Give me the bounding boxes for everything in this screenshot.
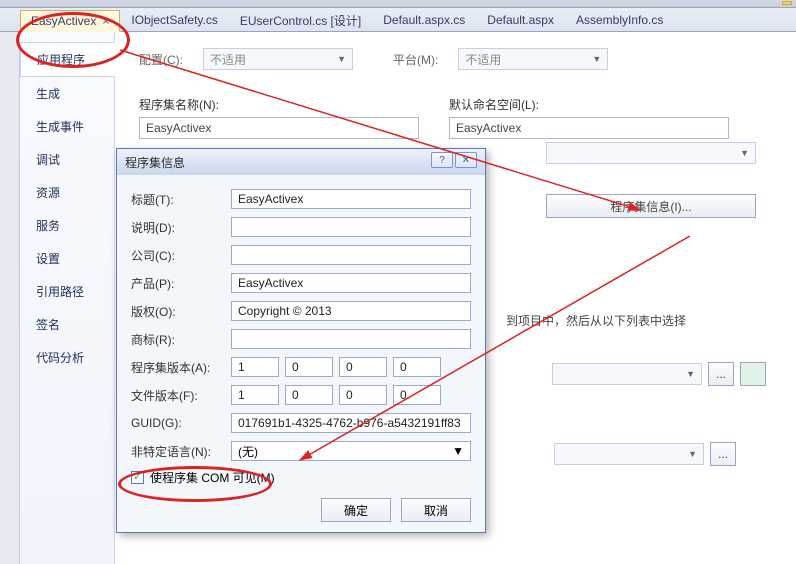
chevron-down-icon: ▼ [337, 54, 346, 64]
assembly-info-dialog: 程序集信息 ? ✕ 标题(T):EasyActivex 说明(D): 公司(C)… [116, 148, 486, 533]
chevron-down-icon: ▼ [452, 444, 464, 458]
tab-eusercontrol[interactable]: EUserControl.cs [设计] [229, 9, 372, 31]
config-dropdown[interactable]: 不适用 ▼ [203, 48, 353, 70]
file-version-label: 文件版本(F): [131, 387, 231, 404]
asmver-major[interactable]: 1 [231, 357, 279, 377]
default-namespace-input[interactable]: EasyActivex [449, 117, 729, 139]
platform-value: 不适用 [465, 51, 501, 68]
com-visible-label: 使程序集 COM 可见(M) [150, 469, 275, 486]
sidenav-item-services[interactable]: 服务 [20, 209, 114, 242]
platform-dropdown[interactable]: 不适用 ▼ [458, 48, 608, 70]
assembly-name-value: EasyActivex [146, 121, 211, 135]
assembly-name-input[interactable]: EasyActivex [139, 117, 419, 139]
close-icon[interactable]: ✕ [455, 152, 477, 168]
filever-build[interactable]: 0 [339, 385, 387, 405]
guid-label: GUID(G): [131, 416, 231, 430]
asmver-rev[interactable]: 0 [393, 357, 441, 377]
trademark-input[interactable] [231, 329, 471, 349]
chevron-down-icon: ▼ [686, 369, 695, 379]
config-label: 配置(C): [139, 51, 183, 68]
company-input[interactable] [231, 245, 471, 265]
guid-input[interactable]: 017691b1-4325-4762-b976-a5432191ff83 [231, 413, 471, 433]
tab-label: AssemblyInfo.cs [576, 13, 663, 27]
default-namespace-label: 默认命名空间(L): [449, 96, 729, 113]
sidenav-item-application[interactable]: 应用程序 [20, 42, 115, 77]
tab-label: IObjectSafety.cs [131, 13, 217, 27]
filever-major[interactable]: 1 [231, 385, 279, 405]
neutral-lang-dropdown[interactable]: (无)▼ [231, 441, 471, 461]
asmver-minor[interactable]: 0 [285, 357, 333, 377]
chevron-down-icon: ▼ [688, 449, 697, 459]
assembly-version-label: 程序集版本(A): [131, 359, 231, 376]
sidenav-item-signing[interactable]: 签名 [20, 308, 114, 341]
left-gutter [0, 32, 20, 564]
chevron-down-icon: ▼ [592, 54, 601, 64]
assembly-info-button[interactable]: 程序集信息(I)... [546, 194, 756, 218]
icon-dropdown[interactable]: ▼ [552, 363, 702, 385]
tab-label: Default.aspx [487, 13, 554, 27]
product-label: 产品(P): [131, 275, 231, 292]
sidenav-item-build[interactable]: 生成 [20, 77, 114, 110]
help-icon[interactable]: ? [431, 152, 453, 168]
tab-default-aspx-cs[interactable]: Default.aspx.cs [372, 9, 476, 31]
neutral-lang-label: 非特定语言(N): [131, 443, 231, 460]
sidenav-item-debug[interactable]: 调试 [20, 143, 114, 176]
browse-manifest-button[interactable]: ... [710, 442, 736, 466]
copyright-input[interactable]: Copyright © 2013 [231, 301, 471, 321]
property-sidenav: 应用程序 生成 生成事件 调试 资源 服务 设置 引用路径 签名 代码分析 [20, 32, 115, 564]
title-input[interactable]: EasyActivex [231, 189, 471, 209]
help-text: 到项目中，然后从以下列表中选择 [506, 312, 766, 329]
sidenav-item-resources[interactable]: 资源 [20, 176, 114, 209]
trademark-label: 商标(R): [131, 331, 231, 348]
document-tabs: EasyActivex × IObjectSafety.cs EUserCont… [0, 8, 796, 32]
description-label: 说明(D): [131, 219, 231, 236]
chevron-down-icon: ▼ [740, 148, 749, 158]
sidenav-item-settings[interactable]: 设置 [20, 242, 114, 275]
filever-rev[interactable]: 0 [393, 385, 441, 405]
config-value: 不适用 [210, 51, 246, 68]
dialog-title: 程序集信息 [125, 154, 185, 171]
sidenav-item-code-analysis[interactable]: 代码分析 [20, 341, 114, 374]
tab-label: EUserControl.cs [设计] [240, 12, 361, 29]
com-visible-checkbox[interactable]: ✓ [131, 471, 144, 484]
target-framework-dropdown[interactable]: ▼ [546, 142, 756, 164]
ok-button[interactable]: 确定 [321, 498, 391, 522]
close-icon[interactable]: × [102, 14, 109, 28]
assembly-name-label: 程序集名称(N): [139, 96, 419, 113]
dialog-titlebar[interactable]: 程序集信息 ? ✕ [117, 149, 485, 175]
platform-label: 平台(M): [393, 51, 438, 68]
icon-preview [740, 362, 766, 386]
product-input[interactable]: EasyActivex [231, 273, 471, 293]
default-namespace-value: EasyActivex [456, 121, 521, 135]
copyright-label: 版权(O): [131, 303, 231, 320]
cancel-button[interactable]: 取消 [401, 498, 471, 522]
browse-button[interactable]: ... [708, 362, 734, 386]
tab-easyactivex[interactable]: EasyActivex × [20, 10, 120, 32]
tab-label: Default.aspx.cs [383, 13, 465, 27]
vs-glyph [782, 1, 792, 5]
description-input[interactable] [231, 217, 471, 237]
sidenav-item-reference-paths[interactable]: 引用路径 [20, 275, 114, 308]
filever-minor[interactable]: 0 [285, 385, 333, 405]
asmver-build[interactable]: 0 [339, 357, 387, 377]
tab-label: EasyActivex [31, 14, 96, 28]
company-label: 公司(C): [131, 247, 231, 264]
sidenav-item-build-events[interactable]: 生成事件 [20, 110, 114, 143]
tab-assemblyinfo[interactable]: AssemblyInfo.cs [565, 9, 674, 31]
tab-default-aspx[interactable]: Default.aspx [476, 9, 565, 31]
title-label: 标题(T): [131, 191, 231, 208]
manifest-dropdown[interactable]: ▼ [554, 443, 704, 465]
tab-iobjectsafety[interactable]: IObjectSafety.cs [120, 9, 228, 31]
